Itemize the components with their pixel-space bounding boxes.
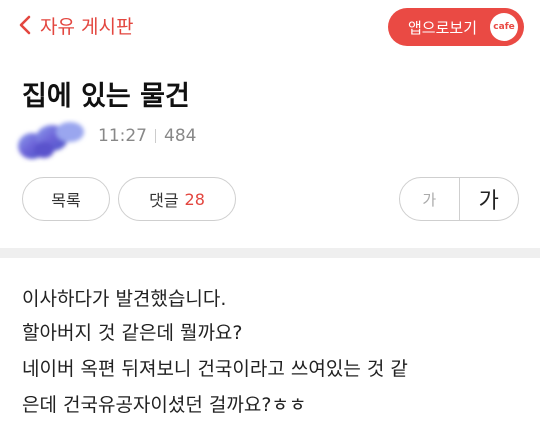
back-to-board-link[interactable]: 자유 게시판 [18, 9, 133, 41]
top-bar: 자유 게시판 앱으로보기 cafe [0, 0, 540, 54]
comments-label: 댓글 [149, 191, 179, 210]
body-line: 은데 건국유공자이셨던 걸까요?ㅎㅎ [22, 394, 307, 416]
section-divider [0, 248, 540, 258]
open-in-app-button[interactable]: 앱으로보기 cafe [388, 8, 524, 46]
comments-button[interactable]: 댓글 28 [118, 177, 236, 221]
list-button[interactable]: 목록 [22, 177, 110, 221]
board-name: 자유 게시판 [40, 15, 134, 38]
font-size-increase-button[interactable]: 가 [460, 178, 519, 220]
article-meta: 11:27 484 [98, 126, 196, 146]
font-size-control: 가 가 [399, 177, 519, 221]
article-title: 집에 있는 물건 [22, 81, 190, 112]
font-size-decrease-button[interactable]: 가 [400, 178, 460, 220]
comment-count: 28 [184, 189, 205, 209]
open-in-app-label: 앱으로보기 [408, 18, 478, 37]
cafe-logo-icon: cafe [490, 13, 518, 41]
post-time: 11:27 [98, 126, 147, 146]
body-line: 이사하다가 발견했습니다. [22, 288, 227, 310]
blurred-avatar [18, 122, 84, 159]
article-header: 집에 있는 물건 11:27 484 목록 댓글 28 가 가 [0, 54, 540, 248]
meta-divider [155, 129, 156, 143]
body-line: 할아버지 것 같은데 뭘까요? [22, 322, 243, 344]
article-body: 이사하다가 발견했습니다. 할아버지 것 같은데 뭘까요? 네이버 옥편 뒤져보… [0, 258, 540, 422]
body-line: 네이버 옥편 뒤져보니 건국이라고 쓰여있는 것 같 [22, 358, 408, 380]
chevron-left-icon [19, 15, 31, 35]
list-button-label: 목록 [51, 191, 81, 210]
view-count: 484 [164, 126, 197, 146]
